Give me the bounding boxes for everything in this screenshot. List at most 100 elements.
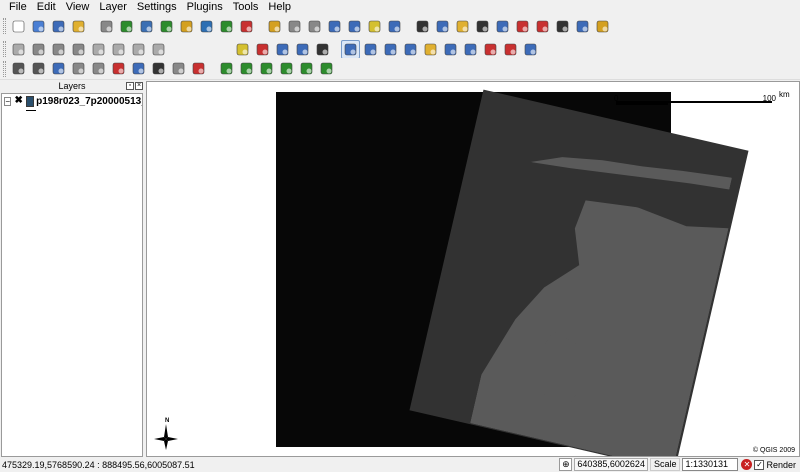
toolbar-grip[interactable]	[3, 18, 6, 34]
render-checkbox[interactable]: ✓	[754, 459, 765, 470]
settings-gear-button[interactable]	[293, 40, 312, 59]
help-whats-this-button[interactable]	[521, 40, 540, 59]
gps-tools-button[interactable]	[573, 17, 592, 36]
menu-plugins[interactable]: Plugins	[182, 0, 228, 14]
measure-button[interactable]	[345, 17, 364, 36]
new-vector-layer-button[interactable]	[237, 17, 256, 36]
add-wfs-layer-button[interactable]	[217, 17, 236, 36]
layer-visibility-checkbox[interactable]: ✖	[14, 95, 22, 107]
add-raster-layer-button[interactable]	[137, 17, 156, 36]
north-arrow-plugin-button[interactable]	[493, 17, 512, 36]
move-feature-button[interactable]	[49, 40, 68, 59]
remove-layer-button[interactable]	[253, 40, 272, 59]
lasso-button[interactable]	[313, 40, 332, 59]
save-as-button[interactable]	[69, 17, 88, 36]
add-ring-button[interactable]	[69, 59, 88, 78]
add-spatialite-layer-button[interactable]	[177, 17, 196, 36]
add-wms-layer-button[interactable]	[197, 17, 216, 36]
layer-item[interactable]: − ✖ p198r023_7p20000513_z31...	[2, 94, 142, 108]
paste-features-icon	[152, 43, 165, 55]
attribute-table-button[interactable]	[325, 17, 344, 36]
scale-label: Scale	[649, 458, 681, 471]
menu-tools[interactable]: Tools	[228, 0, 264, 14]
menu-layer[interactable]: Layer	[94, 0, 132, 14]
scale-bar-plugin-button[interactable]	[553, 17, 572, 36]
offset-curve-button[interactable]	[169, 59, 188, 78]
save-project-button[interactable]	[49, 17, 68, 36]
vector-plugin-4-button[interactable]	[277, 59, 296, 78]
vector-plugin-3-button[interactable]	[257, 59, 276, 78]
scale-bar-max: 100	[762, 94, 776, 103]
histogram-button[interactable]	[473, 17, 492, 36]
vector-plugin-5-button[interactable]	[297, 59, 316, 78]
data-source-button[interactable]	[433, 17, 452, 36]
add-vector-layer-button[interactable]	[117, 17, 136, 36]
remove-layer-icon	[256, 43, 269, 55]
collapse-icon[interactable]: −	[4, 96, 12, 106]
open-project-button[interactable]	[29, 17, 48, 36]
reshape-button[interactable]	[149, 59, 168, 78]
menu-help[interactable]: Help	[263, 0, 296, 14]
coordinate-display[interactable]: 640385,6002624	[574, 458, 648, 471]
cut-features-button[interactable]	[109, 40, 128, 59]
add-layer-star-button[interactable]	[233, 40, 252, 59]
undo-button[interactable]	[9, 59, 28, 78]
georeferencer-button[interactable]	[533, 17, 552, 36]
zoom-next-button[interactable]	[481, 40, 500, 59]
decorations-button[interactable]	[453, 17, 472, 36]
print-button[interactable]	[97, 17, 116, 36]
add-part-button[interactable]	[89, 59, 108, 78]
map-tips-button[interactable]	[385, 17, 404, 36]
float-panel-button[interactable]: ▫	[126, 82, 134, 90]
node-tool-button[interactable]	[69, 40, 88, 59]
copyright-button[interactable]	[413, 17, 432, 36]
select-button[interactable]	[285, 17, 304, 36]
python-console-button[interactable]	[593, 17, 612, 36]
delete-selected-button[interactable]	[89, 40, 108, 59]
scale-input[interactable]: 1:1330131	[682, 458, 739, 471]
redo-button[interactable]	[29, 59, 48, 78]
zoom-layer-button[interactable]	[441, 40, 460, 59]
layer-visible-button[interactable]	[273, 40, 292, 59]
new-project-button[interactable]	[9, 17, 28, 36]
toggle-extents-icon[interactable]: ⊕	[559, 458, 573, 471]
pdf-export-button[interactable]	[513, 17, 532, 36]
delete-ring-button[interactable]	[109, 59, 128, 78]
north-arrow-icon	[154, 424, 178, 450]
refresh-button[interactable]	[501, 40, 520, 59]
menu-view[interactable]: View	[61, 0, 95, 14]
add-part-icon	[92, 62, 105, 75]
add-postgis-layer-button[interactable]	[157, 17, 176, 36]
zoom-selection-button[interactable]	[421, 40, 440, 59]
vector-plugin-6-button[interactable]	[317, 59, 336, 78]
toolbar-grip[interactable]	[3, 41, 6, 57]
zoom-next-icon	[484, 43, 497, 55]
zoom-last-button[interactable]	[461, 40, 480, 59]
annotation-button[interactable]	[365, 17, 384, 36]
stop-render-icon[interactable]: ✕	[741, 459, 753, 470]
vector-plugin-2-button[interactable]	[237, 59, 256, 78]
split-features-button[interactable]	[189, 59, 208, 78]
simplify-feature-button[interactable]	[49, 59, 68, 78]
map-canvas[interactable]: 0 100 km N © QGIS 2009	[146, 81, 800, 457]
identify-button[interactable]	[265, 17, 284, 36]
menu-edit[interactable]: Edit	[32, 0, 61, 14]
layers-tree[interactable]: − ✖ p198r023_7p20000513_z31...	[1, 93, 143, 457]
delete-part-button[interactable]	[129, 59, 148, 78]
zoom-out-button[interactable]	[381, 40, 400, 59]
capture-polygon-button[interactable]	[29, 40, 48, 59]
island-chain	[530, 133, 732, 207]
zoom-full-button[interactable]	[401, 40, 420, 59]
vector-plugin-1-button[interactable]	[217, 59, 236, 78]
menu-file[interactable]: File	[4, 0, 32, 14]
toolbar-grip[interactable]	[3, 60, 6, 77]
paste-features-button[interactable]	[149, 40, 168, 59]
pan-button[interactable]	[341, 39, 360, 59]
menu-settings[interactable]: Settings	[132, 0, 182, 14]
close-panel-button[interactable]: ×	[135, 82, 143, 90]
toggle-editing-button[interactable]	[9, 40, 28, 59]
raster-image[interactable]	[276, 89, 749, 456]
deselect-button[interactable]	[305, 17, 324, 36]
zoom-in-button[interactable]	[361, 40, 380, 59]
copy-features-button[interactable]	[129, 40, 148, 59]
